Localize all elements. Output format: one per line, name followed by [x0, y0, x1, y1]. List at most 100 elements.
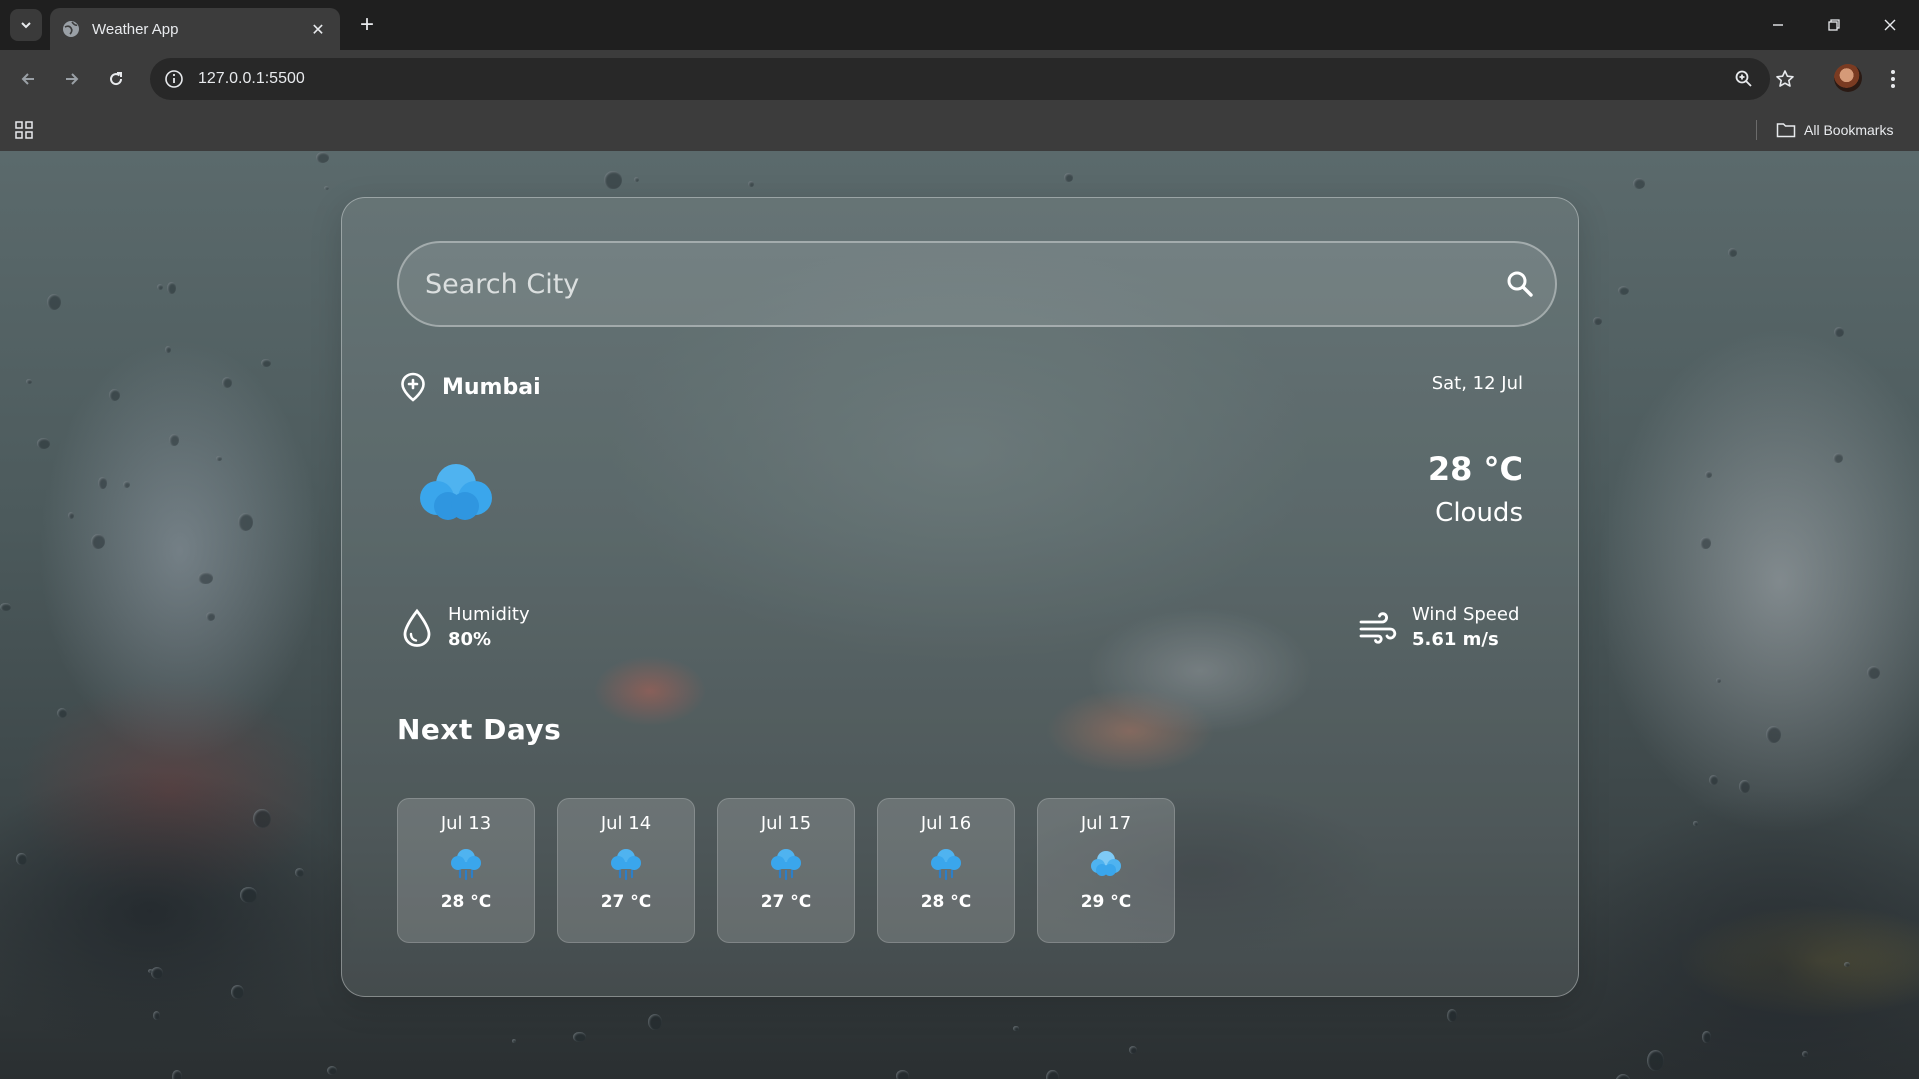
raindrop — [25, 378, 32, 385]
forward-button[interactable] — [56, 63, 88, 95]
location: Mumbai — [400, 370, 541, 404]
raindrop — [1704, 470, 1713, 478]
bookmarks-bar: All Bookmarks — [0, 108, 1919, 151]
raindrop — [1701, 1030, 1712, 1043]
search-icon[interactable] — [1503, 267, 1537, 301]
rain-icon — [931, 849, 961, 881]
forecast-date: Jul 13 — [440, 813, 492, 834]
close-tab-icon[interactable]: ✕ — [308, 20, 328, 39]
reload-button[interactable] — [100, 63, 132, 95]
humidity-stat: Humidity 80% — [400, 603, 530, 653]
forecast-day: Jul 17 29 °C — [1037, 798, 1175, 943]
bookmark-star-button[interactable] — [1769, 63, 1801, 95]
forecast-date: Jul 16 — [920, 813, 972, 834]
raindrop — [573, 1031, 586, 1043]
wind-speed-stat: Wind Speed 5.61 m/s — [1358, 603, 1519, 653]
raindrop — [46, 294, 61, 311]
raindrop — [1739, 780, 1750, 794]
minimize-button[interactable] — [1758, 8, 1798, 42]
search-input[interactable] — [425, 243, 1465, 325]
raindrop — [91, 533, 105, 549]
arrow-right-icon — [66, 73, 79, 85]
raindrop — [165, 346, 172, 354]
forecast-date: Jul 17 — [1080, 813, 1132, 834]
tab-search-button[interactable] — [10, 9, 42, 41]
raindrop — [1700, 536, 1712, 550]
close-window-button[interactable] — [1870, 8, 1910, 42]
tab-weather-app[interactable]: Weather App ✕ — [50, 8, 340, 50]
all-bookmarks-button[interactable]: All Bookmarks — [1776, 118, 1893, 142]
restore-button[interactable] — [1814, 8, 1854, 42]
raindrop — [167, 282, 177, 295]
zoom-button[interactable] — [1728, 63, 1760, 95]
raindrop — [253, 808, 271, 829]
page-viewport: Mumbai Sat, 12 Jul 28 °C Clouds Humidity… — [0, 151, 1919, 1079]
url-text: 127.0.0.1:5500 — [198, 70, 305, 87]
forecast-day: Jul 15 27 °C — [717, 798, 855, 943]
arrow-left-icon — [21, 73, 34, 85]
raindrop — [148, 968, 154, 973]
raindrop — [152, 1010, 161, 1020]
wind-label: Wind Speed — [1412, 604, 1520, 625]
droplet-icon — [403, 608, 431, 647]
search-bar — [397, 241, 1557, 327]
apps-grid-icon[interactable] — [14, 120, 34, 140]
restore-icon — [1828, 19, 1840, 31]
new-tab-button[interactable]: + — [352, 10, 382, 40]
raindrop — [1832, 452, 1844, 464]
forecast-date: Jul 15 — [760, 813, 812, 834]
forecast-temp: 27 °C — [600, 892, 652, 912]
raindrop — [648, 1014, 663, 1030]
location-pin-icon — [401, 372, 425, 402]
forecast-temp: 28 °C — [920, 892, 972, 912]
raindrop — [237, 513, 254, 532]
raindrop — [748, 180, 755, 188]
star-icon — [1776, 70, 1794, 87]
forecast-temp: 28 °C — [440, 892, 492, 912]
menu-button[interactable] — [1877, 63, 1909, 95]
raindrop — [1866, 665, 1880, 680]
raindrop — [1615, 1074, 1631, 1079]
zoom-in-icon — [1735, 70, 1752, 87]
rain-icon — [611, 849, 641, 881]
raindrop — [0, 603, 11, 612]
raindrop — [604, 171, 622, 190]
raindrop — [511, 1038, 516, 1043]
clouds-icon — [420, 464, 492, 520]
raindrop — [108, 389, 120, 401]
raindrop — [294, 868, 304, 877]
raindrop — [1046, 1069, 1059, 1079]
raindrop — [1064, 173, 1073, 182]
tab-title: Weather App — [92, 20, 179, 38]
raindrop — [122, 481, 131, 488]
reload-icon — [110, 72, 123, 86]
raindrop — [1802, 1051, 1808, 1057]
raindrop — [216, 455, 222, 461]
back-button[interactable] — [12, 63, 44, 95]
forecast-day: Jul 13 28 °C — [397, 798, 535, 943]
raindrop — [1843, 962, 1851, 968]
forecast-temp: 27 °C — [760, 892, 812, 912]
forecast-date: Jul 14 — [600, 813, 652, 834]
raindrop — [36, 438, 50, 449]
raindrop — [326, 1065, 338, 1076]
current-date: Sat, 12 Jul — [1431, 373, 1523, 394]
profile-avatar[interactable] — [1834, 64, 1862, 92]
humidity-text: Humidity 80% — [448, 603, 530, 653]
clouds-icon — [1091, 851, 1121, 876]
raindrop — [156, 284, 163, 291]
forecast-list: Jul 13 28 °C Jul 14 27 °C Jul 15 27 °C J… — [397, 798, 1175, 943]
raindrop — [1446, 1008, 1457, 1022]
raindrop — [1765, 725, 1782, 744]
more-vert-icon — [1891, 70, 1895, 88]
forecast-day: Jul 16 28 °C — [877, 798, 1015, 943]
next-days-heading: Next Days — [397, 713, 562, 746]
raindrop — [1593, 316, 1603, 326]
info-icon[interactable] — [164, 69, 184, 89]
raindrop — [1013, 1026, 1019, 1032]
raindrop — [634, 176, 640, 183]
address-bar[interactable]: 127.0.0.1:5500 — [150, 58, 1770, 100]
globe-icon — [63, 21, 79, 37]
raindrop — [205, 611, 216, 621]
city-name: Mumbai — [442, 374, 541, 400]
